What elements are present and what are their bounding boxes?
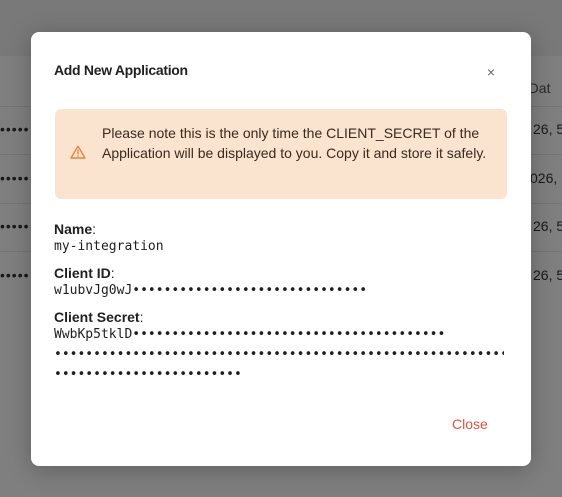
close-button[interactable]: Close: [452, 416, 488, 432]
warning-message: Please note this is the only time the CL…: [102, 125, 487, 161]
name-label: Name:: [54, 221, 97, 237]
client-secret-value: ••••••••••••••••••••••••: [54, 367, 242, 382]
name-value: my-integration: [54, 239, 164, 254]
client-secret-value: ••••••••••••••••••••••••••••••••••••••••…: [54, 347, 504, 362]
warning-alert: Please note this is the only time the CL…: [55, 109, 507, 199]
dialog-title: Add New Application: [54, 62, 188, 78]
client-secret-value: WwbKp5tklD••••••••••••••••••••••••••••••…: [54, 327, 446, 342]
client-id-label: Client ID:: [54, 265, 115, 281]
warning-triangle-icon: [70, 145, 88, 161]
client-id-value: w1ubvJg0wJ••••••••••••••••••••••••••••••: [54, 283, 368, 298]
client-secret-label: Client Secret:: [54, 309, 144, 325]
close-icon[interactable]: ×: [483, 64, 499, 80]
add-application-dialog: Add New Application × Please note this i…: [31, 32, 531, 466]
